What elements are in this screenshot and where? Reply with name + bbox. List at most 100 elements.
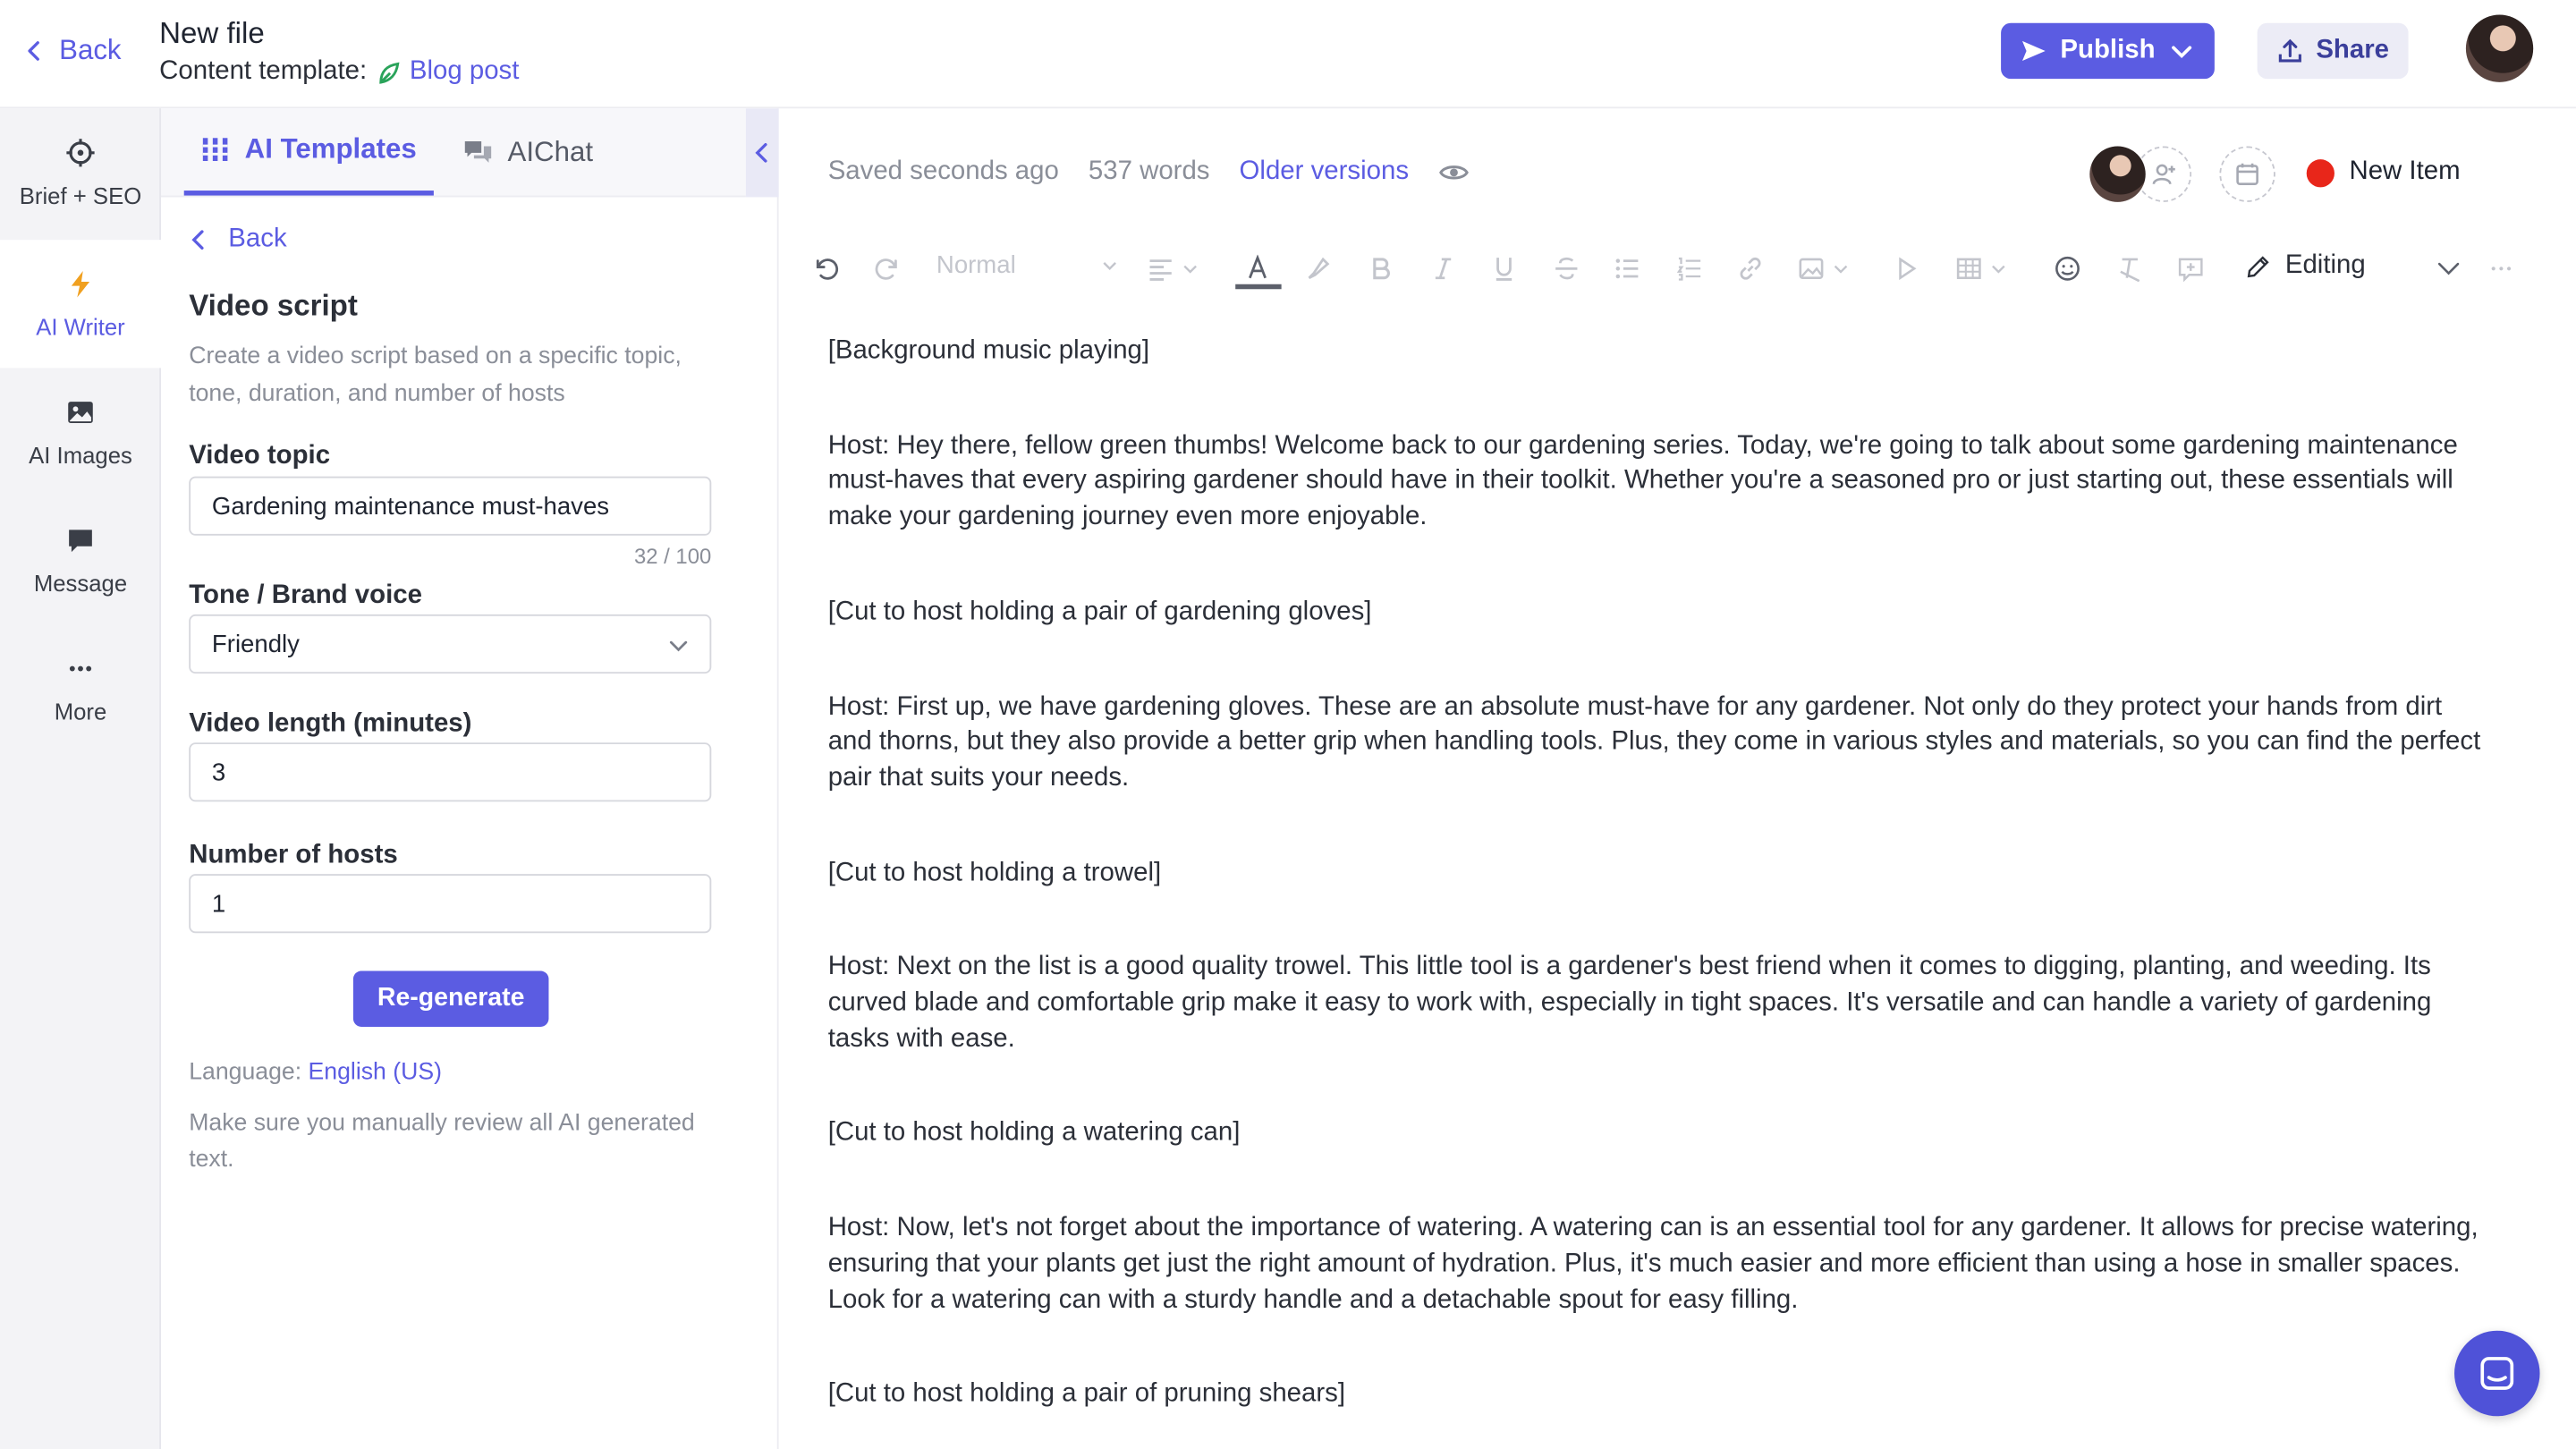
ellipsis-icon	[69, 665, 92, 671]
language-link[interactable]: English (US)	[309, 1060, 442, 1086]
regenerate-button[interactable]: Re-generate	[352, 970, 549, 1027]
add-user-icon	[2152, 164, 2175, 185]
pencil-icon	[2247, 255, 2269, 277]
chevron-left-icon	[28, 41, 39, 61]
numbered-list-icon	[1676, 256, 1701, 280]
editing-mode-select[interactable]: Editing	[2244, 251, 2366, 281]
clear-format-icon	[2120, 257, 2140, 282]
editing-mode-label: Editing	[2284, 251, 2366, 280]
share-label: Share	[2316, 36, 2389, 64]
comment-button[interactable]	[2177, 251, 2205, 284]
link-button[interactable]	[1736, 251, 1764, 284]
bullet-list-button[interactable]	[1614, 251, 1641, 284]
comment-plus-icon	[2178, 257, 2203, 282]
hosts-input[interactable]: 1	[189, 874, 712, 934]
bold-button[interactable]	[1367, 251, 1394, 284]
content-template-line: Content template: Blog post	[159, 57, 519, 87]
numbered-list-button[interactable]	[1675, 251, 1703, 284]
tab-label: AIChat	[507, 136, 594, 168]
support-chat-button[interactable]	[2454, 1330, 2540, 1417]
collaborator-avatar[interactable]	[2089, 146, 2146, 202]
chevron-down-icon	[2171, 46, 2191, 59]
nav-label: More	[54, 697, 107, 724]
toolbar-more-button[interactable]	[2487, 251, 2515, 284]
tab-aichat[interactable]: AIChat	[463, 108, 593, 197]
chevron-down-icon	[2437, 261, 2460, 275]
italic-button[interactable]	[1429, 251, 1457, 284]
insert-table-select[interactable]	[1955, 251, 2006, 284]
table-icon	[1956, 257, 1981, 279]
doc-paragraph: [Cut to host holding a trowel]	[827, 858, 1162, 887]
back-button[interactable]: Back	[23, 35, 122, 68]
emoji-button[interactable]	[2054, 251, 2081, 284]
strikethrough-icon	[1555, 257, 1578, 279]
strikethrough-button[interactable]	[1553, 251, 1580, 284]
file-title[interactable]: New file	[159, 16, 265, 51]
text-color-indicator	[1235, 284, 1282, 290]
panel-back-button[interactable]: Back	[189, 225, 287, 255]
nav-item-ai-images[interactable]: AI Images	[0, 368, 161, 496]
nav-label: AI Images	[29, 441, 132, 468]
insert-image-select[interactable]	[1797, 251, 1848, 284]
chevron-down-icon	[1834, 264, 1848, 273]
chat-icon	[464, 140, 492, 163]
nav-item-more[interactable]: More	[0, 624, 161, 752]
ellipsis-icon	[2491, 266, 2512, 270]
crosshair-icon	[66, 138, 95, 166]
tone-select[interactable]: Friendly	[189, 614, 712, 674]
schedule-button[interactable]	[2219, 146, 2275, 202]
chat-bubble-icon	[69, 529, 92, 552]
clear-format-button[interactable]	[2116, 251, 2144, 284]
editor-status-bar: Saved seconds ago 537 words Older versio…	[828, 157, 1468, 187]
nav-item-message[interactable]: Message	[0, 496, 161, 624]
doc-paragraph: Host: First up, we have gardening gloves…	[827, 692, 2481, 792]
redo-button[interactable]	[874, 251, 902, 284]
hosts-label: Number of hosts	[189, 841, 398, 869]
undo-button[interactable]	[811, 251, 839, 284]
doc-paragraph: [Cut to host holding a watering can]	[827, 1119, 1241, 1148]
text-color-button[interactable]	[1243, 251, 1271, 284]
older-versions-link[interactable]: Older versions	[1240, 157, 1409, 187]
nav-item-brief-seo[interactable]: Brief + SEO	[0, 108, 161, 236]
panel-back-label: Back	[228, 225, 287, 253]
video-topic-label: Video topic	[189, 442, 331, 470]
bold-icon	[1373, 257, 1390, 279]
publish-button[interactable]: Publish	[2001, 22, 2215, 80]
collapse-panel-button[interactable]	[745, 108, 779, 198]
saved-status: Saved seconds ago	[827, 157, 1059, 186]
status-dot	[2306, 158, 2334, 187]
eye-icon[interactable]	[1438, 157, 1468, 187]
align-select[interactable]	[1147, 251, 1198, 284]
redo-icon	[875, 258, 897, 279]
style-value: Normal	[936, 251, 1016, 280]
workflow-status[interactable]: New Item	[2306, 157, 2461, 187]
template-prefix: Content template:	[159, 57, 368, 86]
chevron-down-icon	[1183, 264, 1197, 273]
video-topic-input[interactable]: Gardening maintenance must-haves	[189, 476, 712, 536]
paragraph-style-select[interactable]: Normal	[936, 251, 1117, 279]
word-count: 537 words	[1088, 157, 1210, 186]
chevron-down-icon	[1992, 264, 2005, 273]
user-avatar[interactable]	[2465, 14, 2534, 82]
template-link[interactable]: Blog post	[377, 57, 519, 87]
chevron-left-icon	[191, 230, 204, 250]
video-length-input[interactable]: 3	[189, 742, 712, 802]
template-name: Blog post	[409, 57, 520, 86]
nav-item-ai-writer[interactable]: AI Writer	[0, 240, 161, 369]
underline-button[interactable]	[1490, 251, 1518, 284]
play-icon	[1899, 256, 1917, 280]
text-color-icon	[1249, 253, 1267, 278]
highlight-button[interactable]	[1304, 251, 1332, 284]
tab-ai-templates[interactable]: AI Templates	[183, 108, 434, 196]
tone-value: Friendly	[211, 630, 300, 658]
bullet-list-icon	[1615, 258, 1639, 278]
doc-paragraph: [Background music playing]	[827, 336, 1150, 365]
share-button[interactable]: Share	[2257, 22, 2409, 80]
chat-window-icon	[2480, 1357, 2514, 1390]
editing-mode-dropdown[interactable]	[2435, 251, 2462, 284]
document-body[interactable]: [Background music playing] Host: Hey the…	[828, 334, 2487, 1449]
upload-icon	[2278, 38, 2301, 63]
tab-label: AI Templates	[244, 132, 417, 165]
topic-char-counter: 32 / 100	[633, 543, 712, 569]
insert-video-button[interactable]	[1893, 251, 1920, 284]
